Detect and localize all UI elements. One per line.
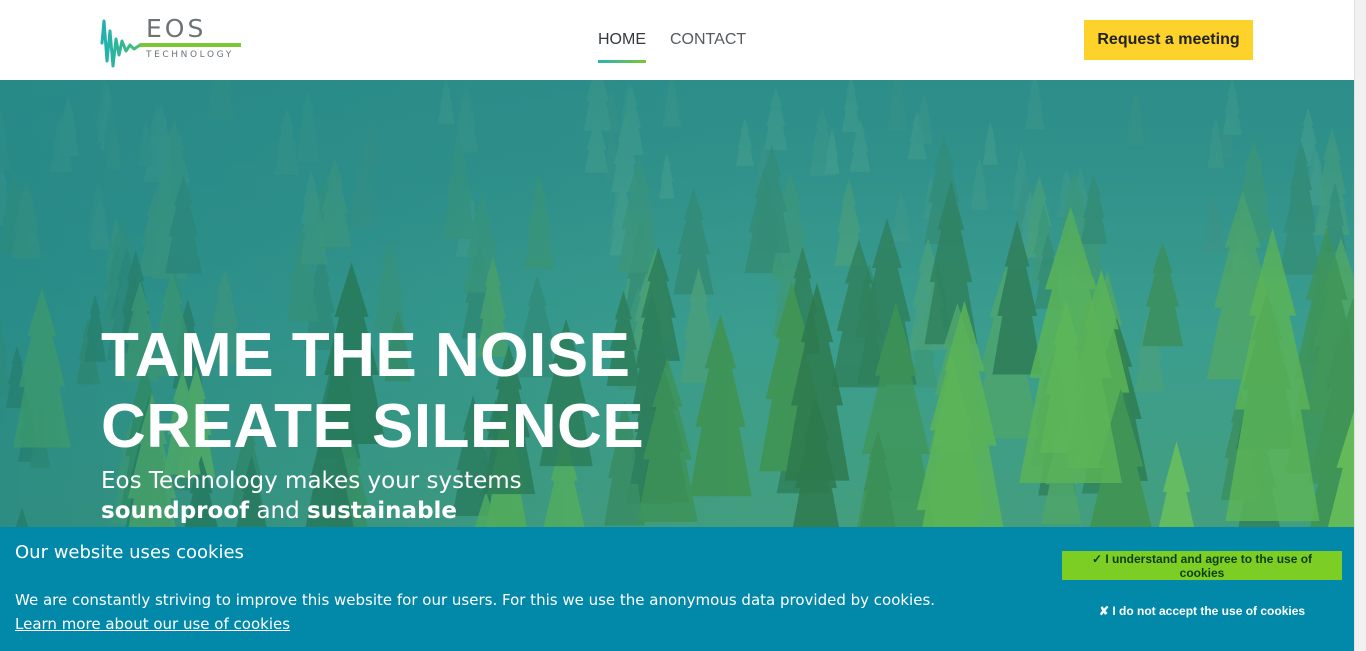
hero-subtitle-line-2: soundproof and sustainable xyxy=(101,496,522,526)
site-header: EOS TECHNOLOGY HOME CONTACT Request a me… xyxy=(0,0,1354,80)
hero-title-line-2: CREATE SILENCE xyxy=(101,392,645,461)
main-nav: HOME CONTACT xyxy=(598,30,746,63)
logo-wordmark: EOS xyxy=(146,14,207,43)
hero-title-line-1: TAME THE NOISE xyxy=(101,321,631,390)
cookie-title: Our website uses cookies xyxy=(15,542,244,563)
nav-item-contact[interactable]: CONTACT xyxy=(670,30,746,50)
accept-cookies-button[interactable]: ✓ I understand and agree to the use of c… xyxy=(1062,551,1342,580)
hero-subtitle-line-1: Eos Technology makes your systems xyxy=(101,468,522,494)
request-meeting-button[interactable]: Request a meeting xyxy=(1084,20,1253,60)
logo-subtitle: TECHNOLOGY xyxy=(146,50,234,60)
cookie-description: We are constantly striving to improve th… xyxy=(15,591,936,609)
hero-subtitle-and: and xyxy=(256,498,300,524)
hero-keyword-soundproof: soundproof xyxy=(101,498,250,524)
cookie-policy-link[interactable]: Learn more about our use of cookies xyxy=(15,615,290,633)
eos-logo[interactable]: EOS TECHNOLOGY xyxy=(100,11,245,69)
nav-item-home[interactable]: HOME xyxy=(598,30,646,63)
decline-cookies-button[interactable]: ✘ I do not accept the use of cookies xyxy=(1062,599,1342,623)
hero-keyword-sustainable: sustainable xyxy=(307,498,458,524)
page-scrollbar[interactable] xyxy=(1354,0,1366,651)
cookie-consent-bar: Our website uses cookies We are constant… xyxy=(0,527,1354,651)
hero-subtitle: Eos Technology makes your systems soundp… xyxy=(101,466,522,526)
page: EOS TECHNOLOGY HOME CONTACT Request a me… xyxy=(0,0,1366,651)
hero-title: TAME THE NOISE CREATE SILENCE xyxy=(101,320,644,462)
